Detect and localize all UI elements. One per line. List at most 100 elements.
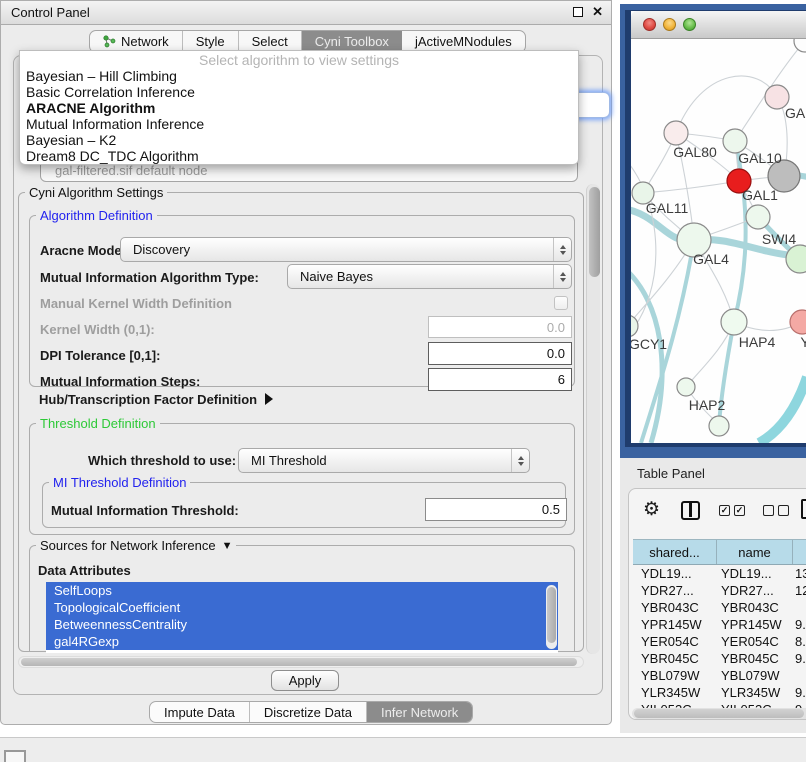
manual-kernel-checkbox[interactable] — [554, 296, 568, 310]
mi-type-select[interactable]: Naive Bayes — [287, 264, 572, 289]
algorithm-option[interactable]: Mutual Information Inference — [20, 116, 578, 132]
tab-infer-network[interactable]: Infer Network — [367, 702, 472, 722]
node-label: SWI4 — [762, 231, 796, 247]
table-toolbar: ⚙ ✓ ✓ — [629, 497, 806, 527]
dpi-tolerance-label: DPI Tolerance [0,1]: — [40, 348, 160, 363]
float-window-icon[interactable] — [573, 7, 583, 17]
table-row[interactable]: YER054CYER054C8. — [633, 633, 806, 650]
cyni-algorithm-settings-group: Cyni Algorithm Settings Algorithm Defini… — [18, 192, 584, 652]
scrollbar-thumb[interactable] — [589, 187, 600, 277]
table-header-row: shared... name A — [633, 539, 806, 565]
table-row[interactable]: YBR043CYBR043C — [633, 599, 806, 616]
new-table-icon[interactable] — [801, 499, 806, 519]
aracne-mode-label: Aracne Mode: — [40, 243, 126, 258]
cut-off-corner-icon — [4, 750, 26, 762]
sources-group: Sources for Network Inference ▼ Data Att… — [29, 545, 575, 651]
algorithm-option-highlighted[interactable]: ARACNE Algorithm — [20, 100, 578, 116]
mi-steps-input[interactable]: 6 — [428, 368, 572, 391]
attribute-item-selected[interactable]: SelfLoops — [46, 582, 558, 599]
attribute-item-selected[interactable]: gal4RGexp — [46, 633, 558, 650]
table-row[interactable]: YBL079WYBL079W — [633, 667, 806, 684]
kernel-width-input[interactable]: 0.0 — [428, 316, 572, 338]
tab-cyni-toolbox[interactable]: Cyni Toolbox — [302, 31, 402, 52]
table-rows: YDL19...YDL19...13 YDR27...YDR27...12 YB… — [633, 565, 806, 708]
network-window-titlebar — [631, 11, 806, 39]
node-hap2 — [677, 378, 695, 396]
table-row[interactable]: YIL052CYIL052C9. — [633, 701, 806, 708]
tab-style[interactable]: Style — [183, 31, 239, 52]
table-horizontal-scrollbar[interactable] — [632, 708, 806, 719]
column-header-cut[interactable]: A — [793, 540, 806, 564]
tab-jactivemnodules[interactable]: jActiveMNodules — [402, 31, 525, 52]
select-all-icon[interactable]: ✓ ✓ — [719, 505, 745, 516]
node-hap4 — [721, 309, 747, 335]
window-zoom-button[interactable] — [683, 18, 696, 31]
gear-icon[interactable]: ⚙ — [643, 498, 660, 521]
algorithm-option[interactable]: Basic Correlation Inference — [20, 84, 578, 100]
network-canvas[interactable]: GAL GAL80 GAL10 GAL1 GAL11 GAL4 SWI4 GCY… — [631, 39, 806, 443]
panel-title: Control Panel — [11, 5, 90, 20]
node-cut-top — [794, 39, 806, 52]
algorithm-definition-group: Algorithm Definition Aracne Mode: Discov… — [29, 215, 575, 387]
tab-network[interactable]: Network — [90, 31, 183, 52]
node-swi4 — [746, 205, 770, 229]
window-minimize-button[interactable] — [663, 18, 676, 31]
algorithm-option[interactable]: Dream8 DC_TDC Algorithm — [20, 148, 578, 164]
dropdown-placeholder: Select algorithm to view settings — [20, 52, 578, 68]
algorithm-option[interactable]: Bayesian – Hill Climbing — [20, 68, 578, 84]
tab-impute-data[interactable]: Impute Data — [150, 702, 250, 722]
settings-viewport: Cyni Algorithm Settings Algorithm Defini… — [18, 184, 594, 654]
attribute-item-selected[interactable]: BetweennessCentrality — [46, 616, 558, 633]
table-row[interactable]: YLR345WYLR345W9. — [633, 684, 806, 701]
close-icon[interactable]: ✕ — [592, 6, 603, 17]
deselect-all-icon[interactable] — [763, 505, 789, 516]
dpi-tolerance-input[interactable]: 0.0 — [428, 342, 572, 365]
table-row[interactable]: YPR145WYPR145W9. — [633, 616, 806, 633]
attributes-scrollbar[interactable] — [546, 585, 557, 649]
table-row[interactable]: YBR045CYBR045C9. — [633, 650, 806, 667]
table-data-combobox-value: gal-filtered.sif default node — [55, 163, 207, 178]
algorithm-option[interactable]: Bayesian – K2 — [20, 132, 578, 148]
node-label: Y — [800, 334, 806, 350]
node-salmon — [790, 310, 806, 334]
network-view-window: GAL GAL80 GAL10 GAL1 GAL11 GAL4 SWI4 GCY… — [625, 10, 806, 447]
tab-select[interactable]: Select — [239, 31, 302, 52]
node-cut-bottom — [709, 416, 729, 436]
settings-vertical-scrollbar[interactable] — [586, 184, 600, 654]
table-row[interactable]: YDR27...YDR27...12 — [633, 582, 806, 599]
column-header-shared[interactable]: shared... — [633, 540, 717, 564]
node-label: HAP4 — [739, 334, 776, 350]
table-row[interactable]: YDL19...YDL19...13 — [633, 565, 806, 582]
attribute-item-selected[interactable]: TopologicalCoefficient — [46, 599, 558, 616]
algorithm-dropdown-list: Select algorithm to view settings Bayesi… — [19, 50, 579, 165]
mi-threshold-group: MI Threshold Definition Mutual Informati… — [42, 482, 566, 528]
tab-discretize-data[interactable]: Discretize Data — [250, 702, 367, 722]
stepper-arrows-icon — [553, 265, 571, 288]
settings-horizontal-scrollbar[interactable] — [18, 656, 584, 668]
mi-threshold-input[interactable]: 0.5 — [425, 498, 567, 521]
which-threshold-label: Which threshold to use: — [88, 453, 236, 468]
data-attributes-list[interactable]: SelfLoops TopologicalCoefficient Between… — [46, 582, 558, 653]
scrollbar-thumb[interactable] — [634, 709, 804, 718]
column-layout-icon[interactable] — [681, 501, 700, 520]
manual-kernel-label: Manual Kernel Width Definition — [40, 296, 232, 311]
which-threshold-select[interactable]: MI Threshold — [238, 448, 530, 473]
kernel-width-label: Kernel Width (0,1): — [40, 322, 155, 337]
status-bar-area — [0, 737, 806, 762]
cyni-bottom-tab-bar: Impute Data Discretize Data Infer Networ… — [149, 701, 473, 723]
mi-steps-label: Mutual Information Steps: — [40, 374, 200, 389]
node-gal80 — [664, 121, 688, 145]
expanded-arrow-icon[interactable]: ▼ — [222, 540, 233, 552]
tab-network-label: Network — [121, 34, 169, 49]
column-header-name[interactable]: name — [717, 540, 793, 564]
node-label: GAL80 — [673, 144, 717, 160]
aracne-mode-select[interactable]: Discovery — [120, 237, 572, 262]
scrollbar-thumb[interactable] — [21, 658, 577, 666]
apply-button[interactable]: Apply — [271, 670, 339, 691]
node-label: GAL11 — [646, 200, 689, 216]
data-attributes-label: Data Attributes — [38, 563, 131, 578]
node-table: shared... name A YDL19...YDL19...13 YDR2… — [633, 539, 806, 708]
threshold-definition-group: Threshold Definition Which threshold to … — [29, 423, 575, 535]
window-close-button[interactable] — [643, 18, 656, 31]
hub-definition-expander[interactable]: Hub/Transcription Factor Definition — [39, 391, 273, 409]
